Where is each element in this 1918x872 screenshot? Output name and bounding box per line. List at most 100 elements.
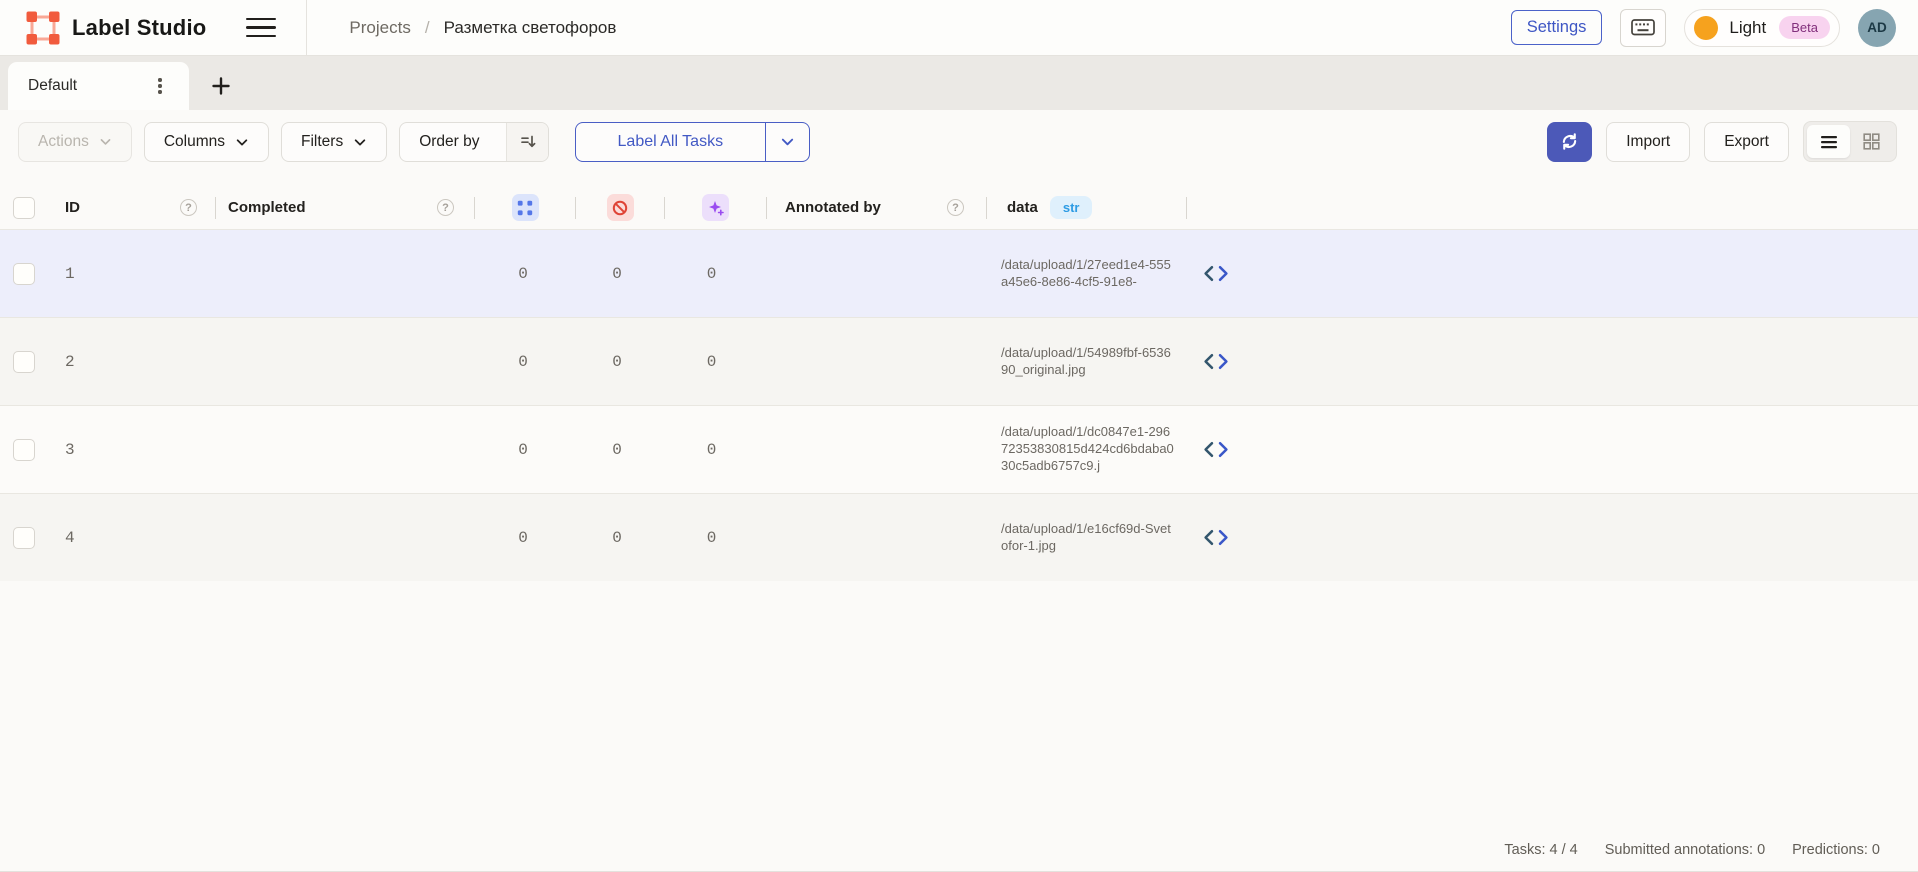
settings-button[interactable]: Settings bbox=[1511, 10, 1603, 45]
code-icon[interactable] bbox=[1180, 494, 1230, 581]
table-row[interactable]: 1 0 0 0 /data/upload/1/27eed1e4-555a45e6… bbox=[0, 229, 1918, 317]
avatar[interactable]: AD bbox=[1858, 9, 1896, 47]
header-divider bbox=[306, 0, 307, 56]
chevron-down-icon bbox=[235, 135, 249, 149]
task-completed bbox=[215, 318, 473, 405]
import-label: Import bbox=[1626, 133, 1670, 151]
task-data-path: /data/upload/1/27eed1e4-555a45e6-8e86-4c… bbox=[1001, 257, 1177, 291]
code-icon[interactable] bbox=[1180, 230, 1230, 317]
sort-icon[interactable] bbox=[506, 123, 548, 161]
help-icon[interactable]: ? bbox=[437, 199, 454, 216]
annotations-column-icon[interactable] bbox=[512, 194, 539, 221]
task-predictions-count: 0 bbox=[661, 230, 762, 317]
help-icon[interactable]: ? bbox=[180, 199, 197, 216]
task-annotations-count: 0 bbox=[473, 494, 573, 581]
columns-button[interactable]: Columns bbox=[144, 122, 269, 162]
filters-button[interactable]: Filters bbox=[281, 122, 387, 162]
task-cancelled-count: 0 bbox=[573, 406, 661, 493]
label-all-tasks-split-button: Label All Tasks bbox=[575, 122, 811, 162]
grid-view-icon bbox=[1863, 133, 1880, 150]
column-completed-label[interactable]: Completed bbox=[228, 199, 306, 216]
actions-button[interactable]: Actions bbox=[18, 122, 132, 162]
task-cancelled-count: 0 bbox=[573, 318, 661, 405]
add-tab-button[interactable] bbox=[207, 72, 235, 100]
task-predictions-count: 0 bbox=[661, 406, 762, 493]
task-annotations-count: 0 bbox=[473, 406, 573, 493]
task-completed bbox=[215, 494, 473, 581]
column-annotated-by-label[interactable]: Annotated by bbox=[785, 199, 881, 216]
select-task-checkbox[interactable] bbox=[13, 263, 35, 285]
breadcrumb: Projects / Разметка светофоров bbox=[349, 18, 616, 38]
task-cancelled-count: 0 bbox=[573, 230, 661, 317]
tasks-count: Tasks: 4 / 4 bbox=[1504, 842, 1577, 858]
order-by-button[interactable]: Order by bbox=[399, 122, 548, 162]
data-type-badge[interactable]: str bbox=[1050, 196, 1093, 219]
hamburger-icon[interactable] bbox=[246, 11, 280, 45]
order-by-label: Order by bbox=[400, 133, 495, 151]
task-annotations-count: 0 bbox=[473, 318, 573, 405]
task-list: 1 0 0 0 /data/upload/1/27eed1e4-555a45e6… bbox=[0, 229, 1918, 581]
task-annotated-by bbox=[762, 318, 981, 405]
task-data-path: /data/upload/1/54989fbf-653690_original.… bbox=[1001, 345, 1177, 379]
columns-label: Columns bbox=[164, 133, 225, 151]
submitted-annotations-count: Submitted annotations: 0 bbox=[1605, 842, 1765, 858]
task-annotations-count: 0 bbox=[473, 230, 573, 317]
breadcrumb-projects-link[interactable]: Projects bbox=[349, 18, 410, 38]
export-button[interactable]: Export bbox=[1704, 122, 1789, 162]
keyboard-shortcuts-button[interactable] bbox=[1620, 9, 1666, 47]
task-annotated-by bbox=[762, 230, 981, 317]
tab-bar: Default bbox=[0, 56, 1918, 110]
cancelled-column-icon[interactable] bbox=[607, 194, 634, 221]
list-view-icon bbox=[1820, 134, 1838, 150]
select-task-checkbox[interactable] bbox=[13, 527, 35, 549]
code-icon[interactable] bbox=[1180, 318, 1230, 405]
table-header: ID ? Completed ? bbox=[0, 186, 1918, 229]
task-annotated-by bbox=[762, 494, 981, 581]
chevron-down-icon bbox=[99, 135, 112, 148]
keyboard-icon bbox=[1631, 18, 1655, 37]
select-task-checkbox[interactable] bbox=[13, 439, 35, 461]
toolbar: Actions Columns Filters Order by bbox=[18, 121, 1897, 162]
chevron-down-icon bbox=[353, 135, 367, 149]
task-data-path: /data/upload/1/dc0847e1-29672353830815d4… bbox=[1001, 424, 1177, 475]
task-id: 3 bbox=[48, 406, 215, 493]
status-footer: Tasks: 4 / 4 Submitted annotations: 0 Pr… bbox=[0, 833, 1918, 872]
table-row[interactable]: 3 0 0 0 /data/upload/1/dc0847e1-29672353… bbox=[0, 405, 1918, 493]
import-button[interactable]: Import bbox=[1606, 122, 1690, 162]
select-task-checkbox[interactable] bbox=[13, 351, 35, 373]
predictions-column-icon[interactable] bbox=[702, 194, 729, 221]
theme-label: Light bbox=[1729, 18, 1766, 38]
export-label: Export bbox=[1724, 133, 1769, 151]
label-all-tasks-button[interactable]: Label All Tasks bbox=[576, 123, 766, 161]
task-id: 4 bbox=[48, 494, 215, 581]
app-logo[interactable]: Label Studio bbox=[0, 11, 206, 45]
column-data-label[interactable]: data bbox=[1007, 199, 1038, 216]
theme-toggle[interactable]: Light Beta bbox=[1684, 9, 1840, 47]
table-row[interactable]: 4 0 0 0 /data/upload/1/e16cf69d-Svetofor… bbox=[0, 493, 1918, 581]
label-all-tasks-dropdown[interactable] bbox=[765, 123, 809, 161]
help-icon[interactable]: ? bbox=[947, 199, 964, 216]
task-data-path: /data/upload/1/e16cf69d-Svetofor-1.jpg bbox=[1001, 521, 1177, 555]
code-icon[interactable] bbox=[1180, 406, 1230, 493]
predictions-count: Predictions: 0 bbox=[1792, 842, 1880, 858]
grid-view-button[interactable] bbox=[1850, 125, 1893, 158]
task-id: 1 bbox=[48, 230, 215, 317]
task-cancelled-count: 0 bbox=[573, 494, 661, 581]
app-header: Label Studio Projects / Разметка светофо… bbox=[0, 0, 1918, 56]
column-id-label[interactable]: ID bbox=[65, 199, 80, 216]
task-completed bbox=[215, 230, 473, 317]
tab-default[interactable]: Default bbox=[8, 62, 189, 110]
task-predictions-count: 0 bbox=[661, 318, 762, 405]
list-view-button[interactable] bbox=[1807, 125, 1850, 158]
view-toggle bbox=[1803, 121, 1897, 162]
plus-icon bbox=[211, 76, 231, 96]
tab-label: Default bbox=[8, 77, 77, 95]
app-title: Label Studio bbox=[72, 15, 206, 41]
refresh-button[interactable] bbox=[1547, 122, 1592, 162]
tab-menu-kebab-icon[interactable] bbox=[149, 75, 171, 97]
task-annotated-by bbox=[762, 406, 981, 493]
select-all-checkbox[interactable] bbox=[13, 197, 35, 219]
table-row[interactable]: 2 0 0 0 /data/upload/1/54989fbf-653690_o… bbox=[0, 317, 1918, 405]
actions-label: Actions bbox=[38, 133, 89, 151]
filters-label: Filters bbox=[301, 133, 343, 151]
